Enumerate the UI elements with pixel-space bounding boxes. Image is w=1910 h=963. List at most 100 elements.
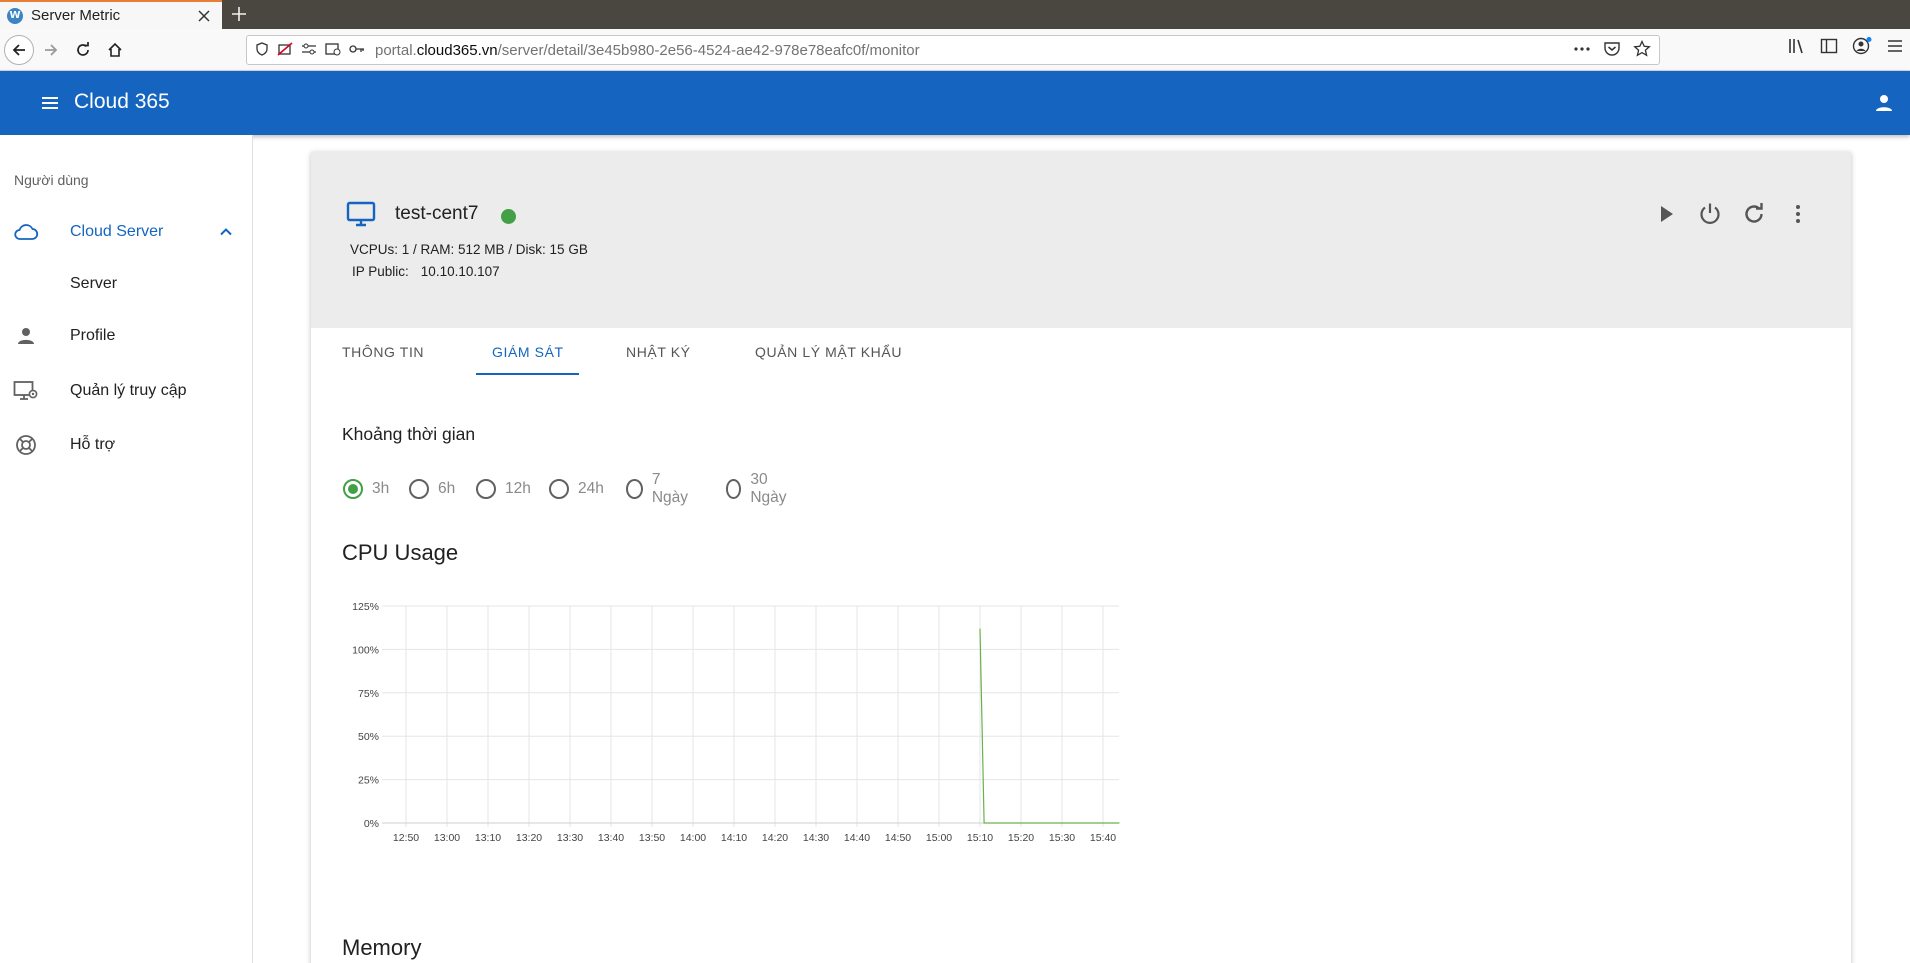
key-icon[interactable] — [349, 41, 365, 60]
server-header: test-cent7 VCPUs: 1 / RAM: 512 MB / Disk… — [311, 152, 1851, 328]
radio-30-days[interactable]: 30 Ngày — [726, 471, 791, 506]
browser-tab[interactable]: W Server Metric — [0, 0, 222, 29]
sidebar-item-cloud-server[interactable]: Cloud Server — [0, 209, 252, 255]
server-spec: VCPUs: 1 / RAM: 512 MB / Disk: 15 GB — [350, 242, 588, 257]
server-ip: IP Public: 10.10.10.107 — [352, 264, 500, 279]
sidebar: Người dùng Cloud Server Server Profile Q… — [0, 135, 253, 963]
notification-icon[interactable] — [325, 41, 341, 60]
forward-icon[interactable] — [38, 37, 64, 63]
series-line-used — [979, 628, 1120, 824]
time-range-label: Khoảng thời gian — [342, 424, 476, 444]
sidebar-item-label: Hỗ trợ — [70, 436, 116, 453]
lifebuoy-icon — [13, 432, 39, 458]
tracking-settings-icon[interactable] — [301, 41, 317, 60]
radio-label: 6h — [438, 480, 456, 497]
address-bar[interactable]: portal.cloud365.vn/server/detail/3e45b98… — [246, 35, 1660, 65]
desktop-monitor-icon — [346, 200, 376, 230]
tab-monitoring[interactable]: GIÁM SÁT — [492, 328, 564, 376]
active-tab-indicator — [476, 373, 579, 375]
url-text: portal.cloud365.vn/server/detail/3e45b98… — [375, 41, 920, 59]
tab-info[interactable]: THÔNG TIN — [342, 328, 424, 376]
radio-label: 7 Ngày — [651, 471, 689, 506]
server-detail-card: test-cent7 VCPUs: 1 / RAM: 512 MB / Disk… — [311, 152, 1851, 963]
favicon-icon: W — [7, 7, 23, 24]
new-tab-icon[interactable] — [228, 3, 250, 25]
reload-icon[interactable] — [70, 37, 96, 63]
x-tick-label: 13:00 — [434, 832, 460, 844]
tab-log[interactable]: NHẬT KÝ — [626, 328, 691, 376]
server-name: test-cent7 — [395, 203, 479, 224]
x-tick-label: 14:00 — [680, 832, 706, 844]
chevron-up-icon[interactable] — [216, 222, 236, 242]
radio-label: 24h — [578, 480, 604, 497]
y-tick-label: 125% — [352, 601, 379, 613]
monitor-settings-icon — [13, 378, 39, 404]
x-tick-label: 14:40 — [844, 832, 870, 844]
x-tick-label: 15:30 — [1049, 832, 1075, 844]
app-menu-icon[interactable] — [1886, 37, 1904, 59]
radio-6h[interactable]: 6h — [409, 477, 455, 501]
close-tab-icon[interactable] — [194, 6, 214, 26]
site-info-icon[interactable] — [255, 41, 269, 60]
sidebar-item-access-management[interactable]: Quản lý truy cập — [0, 368, 252, 414]
sidebar-item-label: Server — [70, 275, 118, 292]
sidebar-item-label: Quản lý truy cập — [70, 382, 187, 399]
page-actions-icon[interactable] — [1573, 40, 1591, 62]
x-tick-label: 13:40 — [598, 832, 624, 844]
more-options-button[interactable] — [1783, 199, 1813, 229]
radio-24h[interactable]: 24h — [549, 477, 604, 501]
x-tick-label: 12:50 — [393, 832, 419, 844]
sidebar-item-label: Cloud Server — [70, 223, 164, 240]
x-tick-label: 14:20 — [762, 832, 788, 844]
home-icon[interactable] — [102, 37, 128, 63]
radio-label: 30 Ngày — [750, 471, 787, 506]
back-icon[interactable] — [4, 35, 34, 65]
permissions-blocked-icon[interactable] — [277, 41, 293, 60]
y-tick-label: 25% — [358, 775, 379, 787]
user-account-icon[interactable] — [1872, 91, 1896, 115]
person-icon — [13, 323, 39, 349]
sidebar-item-server[interactable]: Server — [0, 261, 252, 307]
x-tick-label: 14:50 — [885, 832, 911, 844]
radio-label: 3h — [372, 480, 390, 497]
pocket-icon[interactable] — [1603, 40, 1621, 62]
x-tick-label: 15:20 — [1008, 832, 1034, 844]
tab-password-management[interactable]: QUẢN LÝ MẬT KHẨU — [755, 328, 902, 376]
radio-12h[interactable]: 12h — [476, 477, 531, 501]
app-title: Cloud 365 — [74, 90, 170, 113]
radio-label: 12h — [505, 480, 531, 497]
sidebar-item-profile[interactable]: Profile — [0, 313, 252, 359]
sidebar-toggle-icon[interactable] — [1820, 37, 1838, 59]
restart-button[interactable] — [1739, 199, 1769, 229]
sidebar-item-support[interactable]: Hỗ trợ — [0, 422, 252, 468]
browser-tab-strip: W Server Metric — [0, 0, 1910, 29]
bookmark-star-icon[interactable] — [1633, 39, 1651, 62]
browser-nav-bar: portal.cloud365.vn/server/detail/3e45b98… — [0, 29, 1910, 71]
detail-tabs: THÔNG TIN GIÁM SÁT NHẬT KÝ QUẢN LÝ MẬT K… — [311, 328, 1851, 376]
x-tick-label: 13:10 — [475, 832, 501, 844]
x-tick-label: 15:40 — [1090, 832, 1116, 844]
radio-3h[interactable]: 3h — [343, 477, 389, 501]
x-tick-label: 15:10 — [967, 832, 993, 844]
x-tick-label: 14:30 — [803, 832, 829, 844]
cpu-usage-title: CPU Usage — [342, 540, 459, 565]
app-header: Cloud 365 — [0, 71, 1910, 135]
cloud-icon — [13, 219, 39, 245]
radio-7-days[interactable]: 7 Ngày — [626, 471, 691, 506]
x-tick-label: 14:10 — [721, 832, 747, 844]
y-tick-label: 100% — [352, 644, 379, 656]
start-button[interactable] — [1651, 199, 1681, 229]
account-icon[interactable] — [1852, 37, 1872, 59]
hamburger-menu-icon[interactable] — [38, 91, 62, 115]
memory-title: Memory — [342, 935, 422, 960]
x-tick-label: 15:00 — [926, 832, 952, 844]
x-tick-label: 13:50 — [639, 832, 665, 844]
library-icon[interactable] — [1788, 37, 1806, 59]
y-tick-label: 75% — [358, 688, 379, 700]
power-button[interactable] — [1695, 199, 1725, 229]
x-tick-label: 13:30 — [557, 832, 583, 844]
y-tick-label: 0% — [364, 818, 379, 830]
x-tick-label: 13:20 — [516, 832, 542, 844]
sidebar-item-label: Profile — [70, 327, 116, 344]
status-indicator — [501, 209, 516, 224]
